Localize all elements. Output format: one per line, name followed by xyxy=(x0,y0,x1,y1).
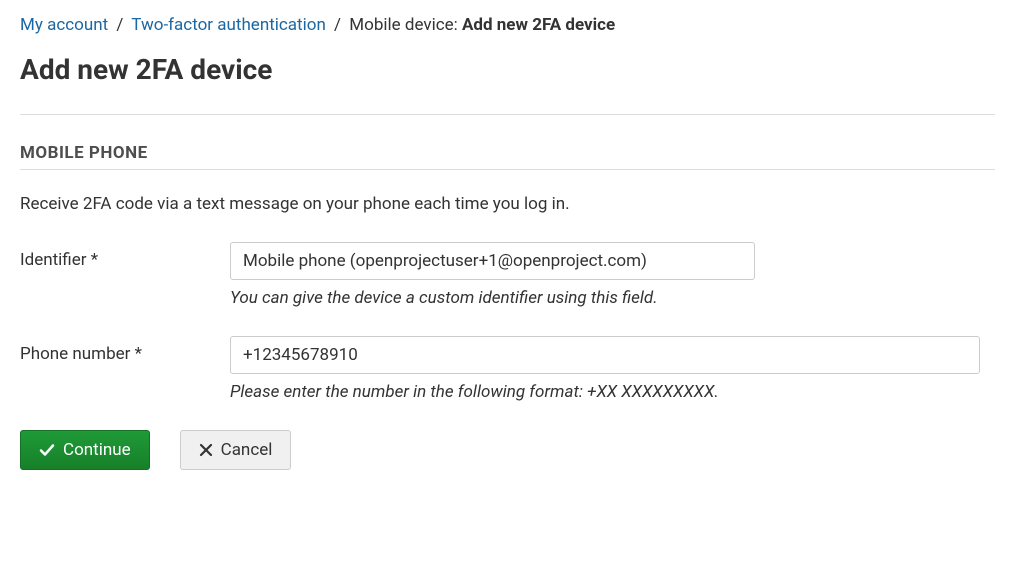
identifier-help: You can give the device a custom identif… xyxy=(230,288,995,308)
identifier-input[interactable] xyxy=(230,242,755,280)
breadcrumb: My account / Two-factor authentication /… xyxy=(20,15,995,35)
breadcrumb-my-account[interactable]: My account xyxy=(20,15,108,35)
cancel-label: Cancel xyxy=(221,440,273,460)
phone-help: Please enter the number in the following… xyxy=(230,382,995,402)
breadcrumb-separator: / xyxy=(334,15,341,35)
breadcrumb-two-factor[interactable]: Two-factor authentication xyxy=(131,15,326,35)
cancel-button[interactable]: Cancel xyxy=(180,430,292,470)
form-row-phone: Phone number * Please enter the number i… xyxy=(20,336,995,402)
section-description: Receive 2FA code via a text message on y… xyxy=(20,194,995,214)
form-row-identifier: Identifier * You can give the device a c… xyxy=(20,242,995,308)
phone-label: Phone number * xyxy=(20,336,230,364)
close-icon xyxy=(199,443,213,457)
breadcrumb-separator: / xyxy=(116,15,123,35)
check-icon xyxy=(39,442,55,458)
divider xyxy=(20,114,995,115)
identifier-label: Identifier * xyxy=(20,242,230,270)
continue-button[interactable]: Continue xyxy=(20,430,150,470)
breadcrumb-current: Add new 2FA device xyxy=(462,15,615,35)
phone-input[interactable] xyxy=(230,336,980,374)
breadcrumb-current-prefix: Mobile device: xyxy=(349,15,462,35)
page-title: Add new 2FA device xyxy=(20,53,995,86)
continue-label: Continue xyxy=(63,440,131,460)
section-title: MOBILE PHONE xyxy=(20,143,995,170)
identifier-field-wrapper: You can give the device a custom identif… xyxy=(230,242,995,308)
form-actions: Continue Cancel xyxy=(20,430,995,470)
phone-field-wrapper: Please enter the number in the following… xyxy=(230,336,995,402)
